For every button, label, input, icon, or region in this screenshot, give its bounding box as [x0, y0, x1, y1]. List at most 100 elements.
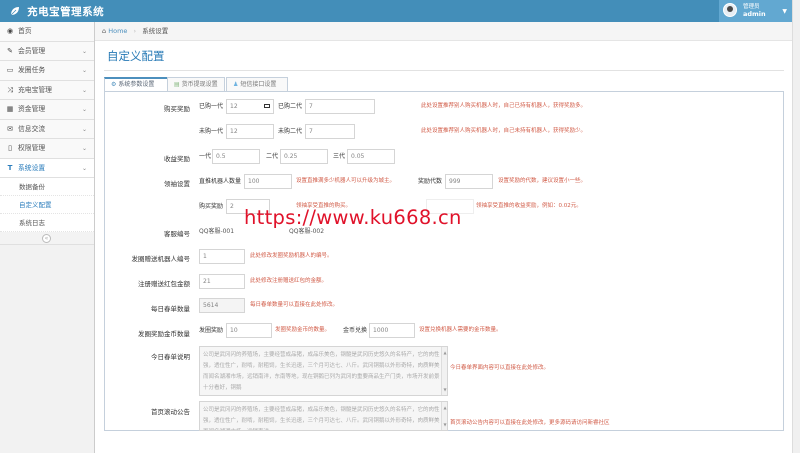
- text-icon: T: [7, 163, 13, 172]
- customer-service-1[interactable]: QQ客服-001: [199, 224, 234, 239]
- sidebar-item-permissions[interactable]: ▯ 权限管理 ⌄: [0, 139, 94, 159]
- red-packet-label: 注册赠送红包金额: [138, 280, 190, 288]
- unbought-gen2-input[interactable]: 7: [305, 124, 355, 139]
- income-reward-label: 收益奖励: [164, 155, 190, 163]
- sidebar-item-messages[interactable]: ✉ 信息交流 ⌄: [0, 119, 94, 139]
- sidebar-subitem-backup[interactable]: 数据备份: [0, 178, 94, 196]
- leader-buy-label: 购买奖励: [199, 203, 224, 210]
- tab-currency-withdraw[interactable]: ▤ 货币提现设置: [167, 77, 225, 92]
- leader-robots-hint: 设置直推满多少机器人可以升级为城主。: [296, 178, 396, 184]
- edit-icon: ✎: [7, 46, 13, 55]
- scroll-notice-hint: 首页滚动公告内容可以直接在此处修改，更多源码请访问新睿社区: [450, 420, 610, 426]
- unbought-gen2-label: 未购二代: [278, 128, 303, 135]
- calendar-icon: ▦: [6, 105, 14, 113]
- chevron-down-icon: ⌄: [81, 86, 87, 94]
- sidebar-item-label: 首页: [18, 27, 32, 35]
- sidebar-item-label: 会员管理: [18, 46, 46, 55]
- coin-reward-input[interactable]: 10: [226, 323, 272, 338]
- file-icon: ▯: [8, 144, 12, 152]
- leader-income-hint: 领袖享受直推的收益奖励，例如：0.02元。: [476, 203, 582, 209]
- title-divider: [104, 70, 784, 71]
- sidebar-subitem-custom-config[interactable]: 自定义配置: [0, 196, 94, 214]
- leader-label: 领袖设置: [164, 180, 190, 188]
- income-gen3-label: 三代: [333, 153, 346, 160]
- chevron-down-icon: ⌄: [81, 67, 87, 74]
- breadcrumb: ⌂ Home › 系统设置: [95, 22, 792, 41]
- tachometer-icon: ◉: [6, 27, 14, 35]
- income-gen2-label: 二代: [266, 153, 279, 160]
- sidebar-collapse-button[interactable]: «: [0, 232, 94, 245]
- chevron-down-icon: ⌄: [81, 145, 87, 152]
- today-desc-label: 今日春单说明: [151, 353, 190, 361]
- sidebar-item-settings[interactable]: T 系统设置 ⌄: [0, 158, 94, 178]
- breadcrumb-current: 系统设置: [142, 27, 169, 35]
- robot-id-label: 发圈赠送机器人编号: [131, 255, 191, 263]
- bought-hint: 此处设置推荐别人购买机器人时，自己已持有机器人，获得奖励多。: [421, 103, 587, 109]
- home-icon: ⌂: [102, 27, 107, 35]
- textarea-scrollbar[interactable]: [441, 347, 447, 395]
- unbought-hint: 此处设置推荐别人购买机器人时，自己未持有机器人，获得奖励少。: [421, 128, 587, 134]
- sidebar: ◉ 首页 ✎ 会员管理 ⌄ ▭ 发圈任务 ⌄ ⤨ 充电宝管理 ⌄ ▦ 资金管理 ⌄ ✉ 信息交流 ⌄ …: [0, 22, 95, 453]
- scroll-notice-textarea[interactable]: 公司是武冈闪的养殖场，主要经营成品猪，成品乐美色，钢髓是武冈历史悠久的名特产，它…: [199, 401, 448, 431]
- customer-service-label: 客服编号: [164, 230, 190, 238]
- chevron-down-icon: ⌄: [81, 164, 87, 172]
- robot-id-input[interactable]: 1: [199, 249, 245, 264]
- red-packet-hint: 此处修改注册赠送红包的金额。: [250, 278, 328, 284]
- coin-exchange-input[interactable]: 1000: [369, 323, 415, 338]
- chevron-down-icon: ⌄: [81, 125, 87, 133]
- unbought-gen1-input[interactable]: 12: [226, 124, 274, 139]
- leader-robots-label: 直推机器人数量: [199, 178, 242, 185]
- bought-gen1-label: 已购一代: [199, 103, 224, 110]
- daily-orders-hint: 每日春单数量可以直接在此处修改。: [250, 302, 339, 308]
- chevron-down-icon: ⌄: [81, 106, 87, 113]
- sidebar-item-label: 发圈任务: [18, 66, 46, 74]
- app-brand[interactable]: 充电宝管理系统: [10, 4, 104, 19]
- bought-gen2-input[interactable]: 7: [305, 99, 375, 114]
- textarea-scrollbar[interactable]: [441, 402, 447, 430]
- mail-icon: ✉: [7, 124, 13, 133]
- shuffle-icon: ⤨: [7, 85, 13, 94]
- income-gen1-input[interactable]: 0.5: [212, 149, 260, 164]
- tab-label: 短信接口设置: [240, 81, 277, 88]
- sidebar-subitem-logs[interactable]: 系统日志: [0, 214, 94, 232]
- cogs-icon: ⚙: [111, 81, 117, 88]
- sidebar-item-label: 信息交流: [18, 124, 46, 133]
- bought-gen2-label: 已购二代: [278, 103, 303, 110]
- id-card-icon: [264, 104, 270, 108]
- robot-id-hint: 此处修改发圈奖励机器人的编号。: [250, 253, 333, 259]
- page-scrollbar[interactable]: [792, 0, 800, 453]
- tab-sms-interface[interactable]: ♟ 短信接口设置: [226, 77, 288, 92]
- leader-gen-input[interactable]: 999: [445, 174, 493, 189]
- today-desc-textarea[interactable]: 公司是武冈闪的养殖场，主要经营成品猪，成品乐美色，钢髓是武冈历史悠久的名特产，它…: [199, 346, 448, 396]
- leaf-icon: [10, 7, 19, 16]
- today-desc-hint: 今日春单界面内容可以直接在此处修改。: [450, 365, 550, 371]
- scroll-notice-text: 公司是武冈闪的养殖场，主要经营成品猪，成品乐美色，钢髓是武冈历史悠久的名特产，它…: [203, 407, 440, 430]
- sidebar-item-label: 资金管理: [18, 105, 46, 113]
- unbought-gen1-label: 未购一代: [199, 128, 224, 135]
- folder-icon: ▭: [6, 66, 14, 74]
- sidebar-item-funds[interactable]: ▦ 资金管理 ⌄: [0, 100, 94, 120]
- coin-reward-label: 发圈奖励: [199, 327, 224, 334]
- tab-system-params[interactable]: ⚙ 系统参数设置: [104, 77, 168, 92]
- leader-robots-input[interactable]: 100: [244, 174, 292, 189]
- sidebar-item-home[interactable]: ◉ 首页: [0, 22, 94, 42]
- red-packet-input[interactable]: 21: [199, 274, 245, 289]
- leader-gen-label: 奖励代数: [418, 178, 443, 185]
- leader-gen-hint: 设置奖励的代数，建议设置小一些。: [498, 178, 587, 184]
- breadcrumb-home[interactable]: Home: [108, 27, 127, 35]
- sidebar-item-members[interactable]: ✎ 会员管理 ⌄: [0, 41, 94, 61]
- sidebar-item-label: 权限管理: [18, 144, 46, 152]
- top-navbar: 充电宝管理系统 管理员 admin ▼: [0, 0, 792, 22]
- sidebar-item-label: 充电宝管理: [18, 85, 52, 94]
- user-menu[interactable]: 管理员 admin ▼: [719, 0, 792, 22]
- sidebar-item-tasks[interactable]: ▭ 发圈任务 ⌄: [0, 61, 94, 81]
- daily-orders-input[interactable]: 5614: [199, 298, 245, 313]
- buy-reward-label: 购买奖励: [164, 105, 190, 113]
- income-gen2-input[interactable]: 0.25: [280, 149, 328, 164]
- sidebar-item-powerbank[interactable]: ⤨ 充电宝管理 ⌄: [0, 80, 94, 100]
- breadcrumb-separator-icon: ›: [133, 27, 137, 35]
- card-icon: ▤: [174, 81, 180, 88]
- income-gen3-input[interactable]: 0.05: [347, 149, 395, 164]
- avatar: [723, 3, 737, 17]
- caret-down-icon: ▼: [782, 8, 787, 15]
